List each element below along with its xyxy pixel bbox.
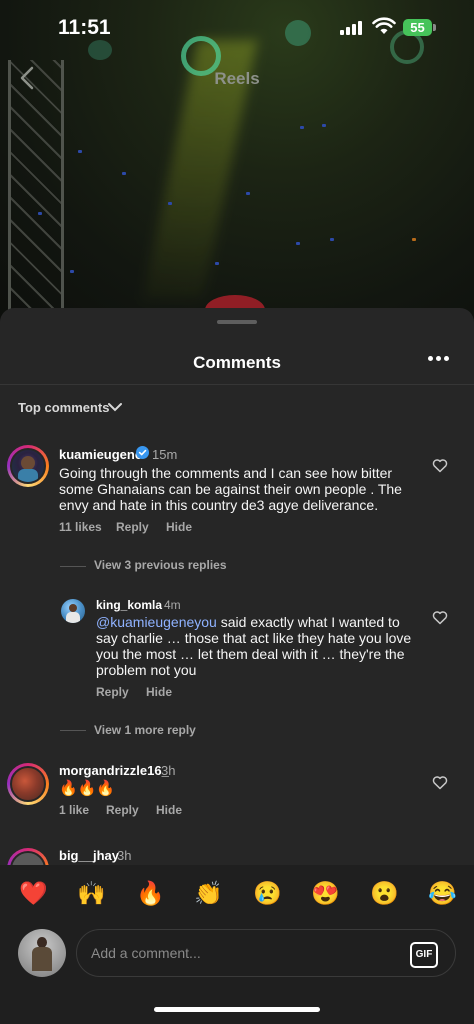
reply-button[interactable]: Reply xyxy=(116,520,149,534)
reply-text: @kuamieugeneyou said exactly what I want… xyxy=(96,614,416,678)
battery-icon: 55 xyxy=(403,19,432,36)
mention-link[interactable]: @kuamieugeneyou xyxy=(96,614,217,630)
reels-title: Reels xyxy=(214,69,260,88)
avatar[interactable] xyxy=(10,766,46,802)
comment-input[interactable]: Add a comment... GIF xyxy=(76,929,456,977)
header-divider xyxy=(0,384,474,385)
comment-composer: Add a comment... GIF xyxy=(0,923,474,1024)
hide-button[interactable]: Hide xyxy=(146,685,172,699)
raised-hands-emoji-button[interactable]: 🙌 xyxy=(77,880,106,907)
reply-timestamp: 4m xyxy=(164,598,181,612)
chevron-down-icon[interactable] xyxy=(108,402,122,412)
heart-outline-icon[interactable] xyxy=(432,458,448,473)
comment-timestamp: 3h xyxy=(161,763,176,778)
view-more-replies-button[interactable]: View 1 more reply xyxy=(94,723,196,737)
heart-outline-icon[interactable] xyxy=(432,610,448,625)
crying-face-emoji-button[interactable]: 😢 xyxy=(253,880,282,907)
view-previous-replies-button[interactable]: View 3 previous replies xyxy=(94,558,227,572)
heart-eyes-emoji-button[interactable]: 😍 xyxy=(311,880,340,907)
reply-button[interactable]: Reply xyxy=(96,685,129,699)
replies-divider-line xyxy=(60,730,86,731)
laughing-face-emoji-button[interactable]: 😂 xyxy=(428,880,457,907)
avatar[interactable] xyxy=(10,448,46,484)
comment-timestamp: 3h xyxy=(117,848,132,863)
comment-text: Going through the comments and I can see… xyxy=(59,465,402,513)
comment-likes-count[interactable]: 1 like xyxy=(59,803,89,817)
status-bar: 11:51 55 xyxy=(0,0,474,56)
comment-text: 🔥🔥🔥 xyxy=(59,780,116,797)
hide-button[interactable]: Hide xyxy=(166,520,192,534)
reply-button[interactable]: Reply xyxy=(106,803,139,817)
comment-timestamp: 15m xyxy=(152,447,178,462)
fire-emoji-button[interactable]: 🔥 xyxy=(136,880,165,907)
status-time: 11:51 xyxy=(58,16,111,39)
battery-tip xyxy=(433,24,436,31)
red-heart-emoji-button[interactable]: ❤️ xyxy=(19,880,48,907)
comment-likes-count[interactable]: 11 likes xyxy=(59,520,102,534)
comment-input-placeholder: Add a comment... xyxy=(91,945,201,961)
sort-comments-dropdown[interactable]: Top comments xyxy=(18,400,110,415)
surprised-face-emoji-button[interactable]: 😮 xyxy=(370,880,399,907)
home-indicator[interactable] xyxy=(154,1007,320,1012)
hide-button[interactable]: Hide xyxy=(156,803,182,817)
wifi-icon xyxy=(372,17,396,34)
comment-username[interactable]: kuamieugene xyxy=(59,447,142,462)
reply-username[interactable]: king_komla xyxy=(96,598,162,612)
sheet-grabber[interactable] xyxy=(217,320,257,324)
comment-username[interactable]: big__jhay xyxy=(59,848,119,863)
verified-badge-icon xyxy=(136,446,149,459)
reaction-emoji-bar: ❤️ 🙌 🔥 👏 😢 😍 😮 😂 xyxy=(0,865,474,923)
clapping-hands-emoji-button[interactable]: 👏 xyxy=(194,880,223,907)
gif-button[interactable]: GIF xyxy=(410,942,438,968)
more-options-icon[interactable] xyxy=(428,356,450,362)
cellular-signal-icon xyxy=(340,21,368,35)
sheet-title: Comments xyxy=(193,353,281,372)
heart-outline-icon[interactable] xyxy=(432,775,448,790)
avatar[interactable] xyxy=(18,929,66,977)
comment-username[interactable]: morgandrizzle16_ xyxy=(59,763,169,778)
avatar[interactable] xyxy=(61,599,85,623)
replies-divider-line xyxy=(60,566,86,567)
